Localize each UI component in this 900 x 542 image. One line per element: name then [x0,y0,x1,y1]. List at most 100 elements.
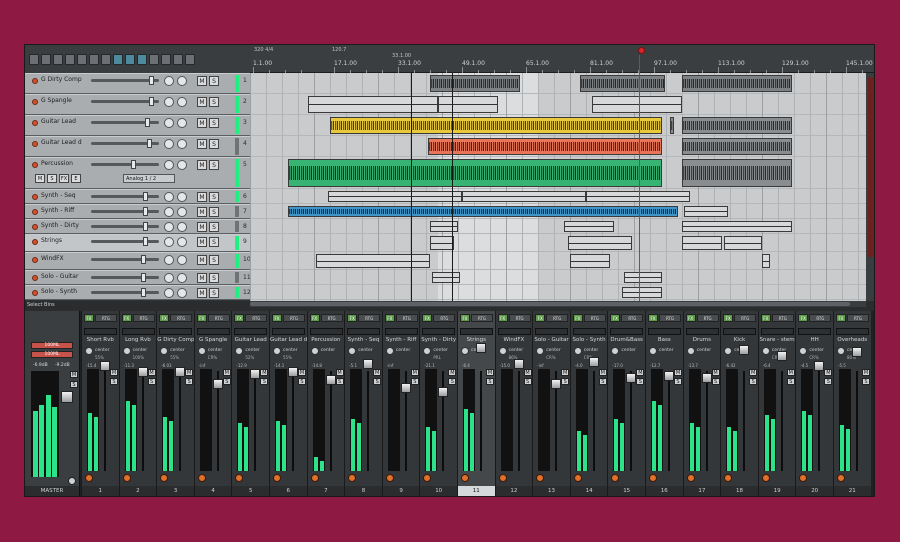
toolbar-ripple-button[interactable] [137,53,147,65]
record-arm-button[interactable] [32,162,38,168]
record-arm-button[interactable] [32,239,38,245]
media-item[interactable] [622,287,662,298]
record-arm-button[interactable] [536,474,545,482]
volume-fader[interactable] [400,383,411,393]
media-item[interactable] [438,96,498,113]
record-arm-button[interactable] [32,257,38,263]
pan-knob[interactable] [235,347,244,355]
fx-toggle-button[interactable]: FX [159,314,170,322]
solo-button[interactable]: S [209,237,219,247]
pan-knob[interactable] [310,347,319,355]
media-item[interactable] [762,254,770,268]
media-item[interactable] [568,236,632,250]
mute-button[interactable]: M [197,237,207,247]
solo-button[interactable]: S [410,378,419,385]
track-header[interactable]: Guitar Lead d M S 4 [25,136,250,157]
record-arm-button[interactable] [498,474,507,482]
solo-button[interactable]: S [598,378,607,385]
width-knob[interactable] [177,139,187,149]
media-item[interactable] [724,236,762,250]
playhead-marker[interactable] [638,47,645,54]
mute-button[interactable]: M [373,369,382,376]
mute-button[interactable]: M [197,255,207,265]
pan-knob[interactable] [164,139,174,149]
solo-button[interactable]: S [862,378,870,385]
volume-fader[interactable] [513,359,524,369]
track-header[interactable]: Synth - Seq M S 6 [25,189,250,204]
media-item[interactable] [328,191,462,202]
mute-button[interactable]: M [448,369,457,376]
media-item[interactable] [428,138,662,155]
pan-knob[interactable] [164,160,174,170]
solo-button[interactable]: S [209,222,219,232]
mute-button[interactable]: M [523,369,532,376]
record-arm-button[interactable] [385,474,394,482]
track-name[interactable]: Percussion [41,160,91,167]
record-arm-button[interactable] [85,474,93,482]
tempo-marker[interactable]: 320 4/4 [254,47,273,53]
routing-button[interactable]: RTG [659,314,681,322]
fx-toggle-button[interactable]: FX [610,314,621,322]
pan-knob[interactable] [164,97,174,107]
fx-toggle-button[interactable]: FX [798,314,809,322]
toolbar-trim-button[interactable] [185,53,195,65]
routing-button[interactable]: RTG [809,314,832,322]
mixer-channel-strip[interactable]: FXRTG Solo - Synth center CR% -4.0 M S 1… [569,311,608,496]
input-selector[interactable] [121,328,155,335]
horizontal-scroll-thumb[interactable] [250,302,850,306]
width-knob[interactable] [177,237,187,247]
mixer-channel-strip[interactable]: FXRTG Snare - stem center CR% -6.4 M S 1… [757,311,796,496]
toolbar-lock-button[interactable] [149,53,159,65]
pan-knob[interactable] [197,347,206,355]
track-lane[interactable] [250,270,866,285]
solo-button[interactable]: S [561,378,570,385]
mixer-channel-strip[interactable]: FX RTG Solo - Guitar center CR% -inf M S … [532,311,570,496]
mixer-channel-strip[interactable]: FX RTG Guitar Lead center 52% -12.9 M S 5 [231,311,269,496]
mute-mini-button[interactable]: M [35,174,45,183]
mute-button[interactable]: M [197,192,207,202]
routing-button[interactable]: RTG [546,314,569,322]
mute-button[interactable]: M [185,369,194,376]
fx-toggle-button[interactable]: FX [497,314,508,322]
track-name[interactable]: Synth - Seq [41,192,91,199]
media-item[interactable] [430,236,454,250]
routing-button[interactable]: RTG [621,314,644,322]
track-header[interactable]: G Dirty Comp M S 1 [25,73,250,94]
volume-fader[interactable] [701,373,712,383]
pan-knob[interactable] [799,347,808,355]
solo-button[interactable]: S [523,378,532,385]
solo-button[interactable]: S [335,378,344,385]
channel-name[interactable]: Guitar Lead d [270,337,307,343]
width-knob[interactable] [177,97,187,107]
volume-fader[interactable] [626,373,637,383]
width-knob[interactable] [177,192,187,202]
media-item[interactable] [670,117,674,134]
mute-button[interactable]: M [561,369,570,376]
input-selector[interactable] [723,328,757,335]
pan-knob[interactable] [164,76,174,86]
media-item[interactable] [288,159,662,187]
pan-knob[interactable] [85,347,93,355]
input-selector[interactable] [84,328,117,335]
fx-toggle-button[interactable]: FX [309,314,320,322]
track-volume-fader[interactable] [91,139,159,148]
routing-button[interactable]: RTG [132,314,155,322]
master-mute-button[interactable]: M [70,371,78,378]
channel-name[interactable]: WindFX [496,337,533,343]
track-name[interactable]: Solo - Guitar [41,273,91,280]
mixer-channel-strip[interactable]: FXRTG Overheads center 80% -5.5 M S 21 [833,311,871,496]
track-header[interactable]: Guitar Lead M S 3 [25,115,250,136]
region-marker[interactable]: 33.1.00 [392,53,411,59]
input-selector[interactable] [309,328,343,335]
mixer-channel-strip[interactable]: FX RTG Synth - Riff center -inf M S 9 [381,311,420,496]
routing-button[interactable]: RTG [283,314,305,322]
master-mono-button[interactable] [68,477,76,485]
input-selector[interactable] [497,328,531,335]
routing-button[interactable]: RTG [734,314,757,322]
channel-name[interactable]: Long Rvb [120,337,157,343]
fx-toggle-button[interactable]: FX [723,314,734,322]
routing-button[interactable]: RTG [170,314,193,322]
time-signature-marker[interactable]: 120.7 [332,47,346,53]
track-header[interactable]: Solo - Synth M S 12 [25,285,251,300]
track-header[interactable]: Percussion M S 5 M S FX E Analog 1 / 2 [25,157,250,189]
